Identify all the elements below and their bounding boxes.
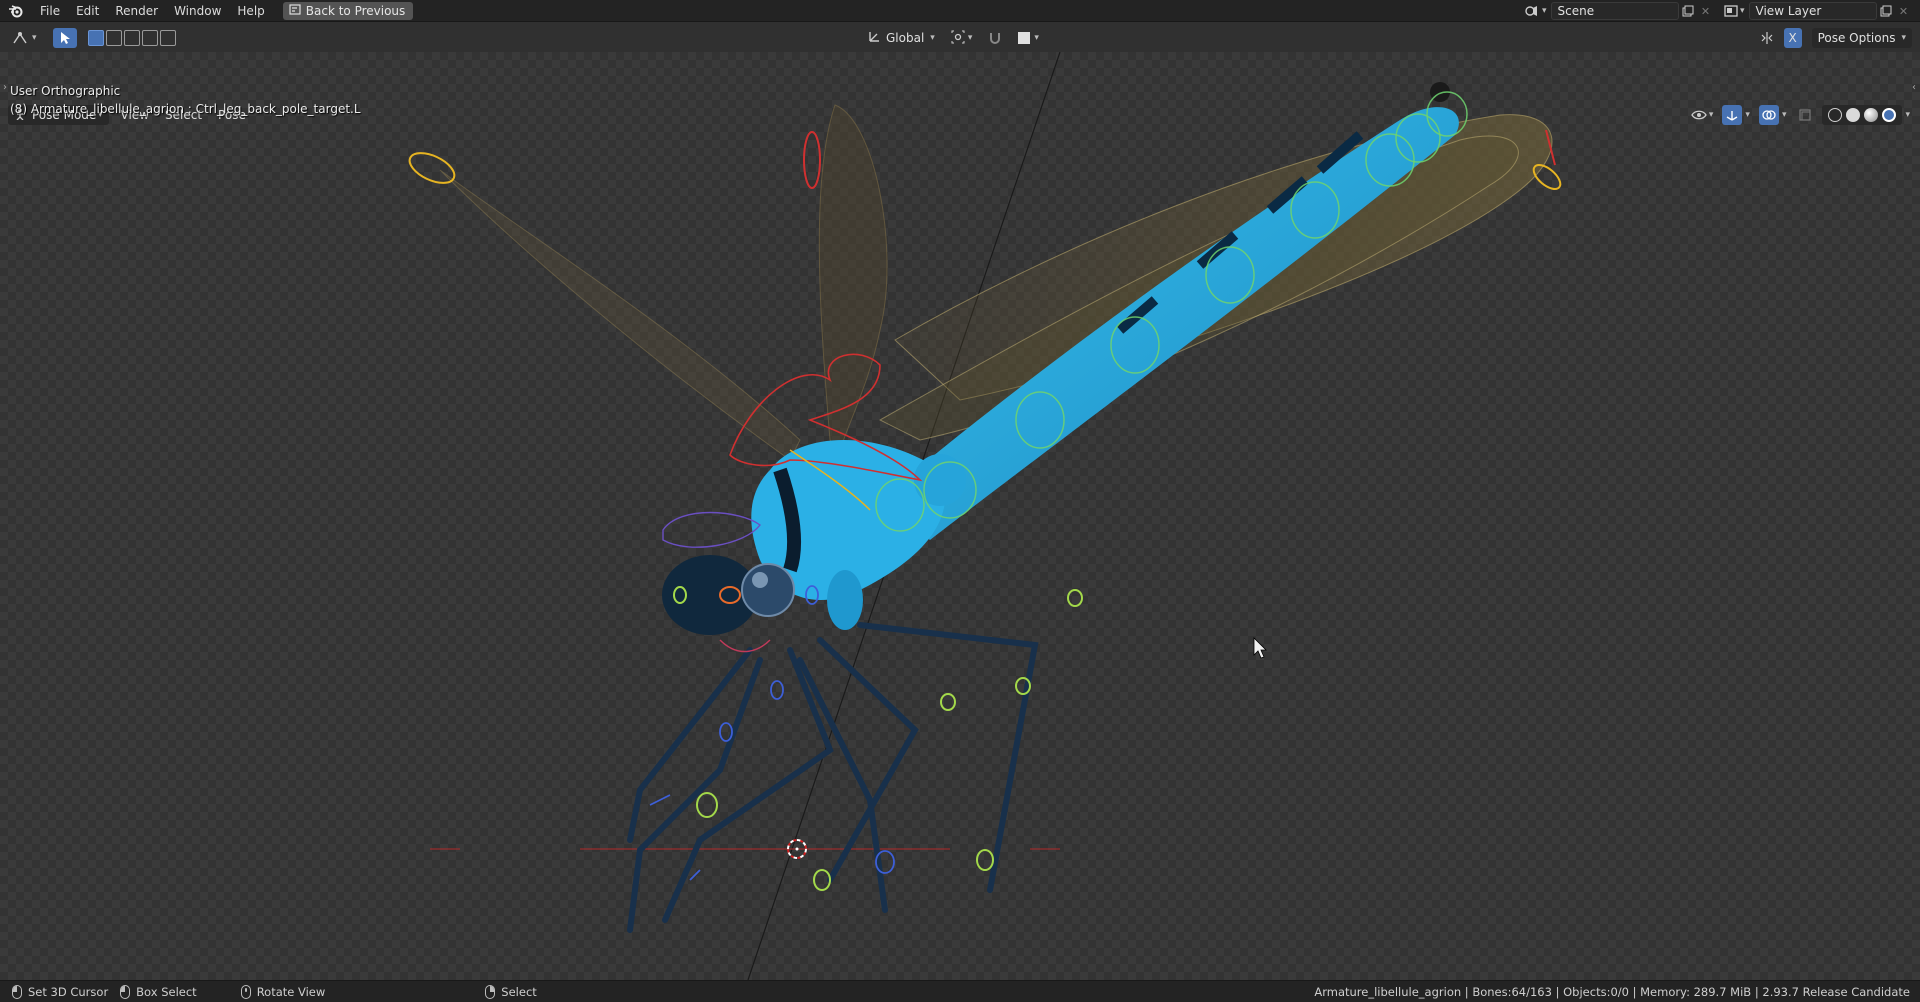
wing-left-short — [818, 104, 888, 451]
close-icon[interactable]: ✕ — [1895, 2, 1913, 20]
proportional-icon[interactable]: ▾ — [1012, 28, 1045, 48]
gizmo-icon[interactable] — [1722, 105, 1743, 125]
active-bone-label: (8) Armature_libellule_agrion : Ctrl_leg… — [10, 102, 361, 116]
eye-highlight — [752, 572, 768, 588]
overlay-icon[interactable] — [1758, 105, 1779, 125]
mouse-drag-icon — [120, 984, 131, 999]
menu-file[interactable]: File — [32, 0, 68, 22]
view-layer-selector: ▾ View Layer ✕ — [1722, 2, 1913, 20]
material-shading-icon[interactable] — [1864, 108, 1879, 122]
legs — [627, 622, 1039, 933]
pose-options-dropdown[interactable]: Pose Options ▾ — [1811, 28, 1912, 48]
menu-edit[interactable]: Edit — [68, 0, 107, 22]
xray-icon[interactable] — [1795, 105, 1815, 125]
back-button-label: Back to Previous — [305, 3, 406, 18]
chevron-down-icon: ▾ — [1542, 6, 1547, 16]
chevron-down-icon: ▾ — [967, 33, 973, 43]
new-view-layer-icon[interactable] — [1877, 2, 1895, 20]
status-left-click-label: Set 3D Cursor — [28, 984, 109, 999]
solid-shading-icon[interactable] — [1846, 108, 1861, 122]
status-bar: Set 3D Cursor Box Select Rotate View Sel… — [0, 980, 1920, 1002]
status-left-click: Set 3D Cursor — [12, 984, 109, 999]
chevron-down-icon: ▾ — [1740, 6, 1745, 16]
chevron-down-icon: ▾ — [1781, 110, 1787, 120]
x-mirror-toggle[interactable]: X — [1783, 28, 1802, 48]
select-subtract-icon[interactable] — [123, 30, 140, 46]
thorax-lower — [827, 570, 863, 630]
tool-header: ▾ Global ▾ ▾ ▾ X Pose Options ▾ — [0, 22, 1920, 54]
status-left-drag-label: Box Select — [136, 984, 197, 999]
back-icon — [289, 3, 301, 18]
shading-group — [1822, 105, 1903, 125]
pivot-icon — [951, 30, 965, 47]
chevron-down-icon: ▾ — [1905, 110, 1910, 120]
mouse-left-icon — [12, 984, 22, 999]
pose-mirror-icon[interactable] — [1754, 28, 1780, 48]
status-right: Select — [485, 984, 537, 999]
orientation-label: Global — [886, 31, 925, 45]
pivot-point-dropdown[interactable]: ▾ — [945, 28, 979, 48]
visibility-icon[interactable]: ▾ — [1685, 105, 1720, 125]
scene-statistics: Armature_libellule_agrion | Bones:64/163… — [1314, 984, 1910, 999]
scene-selector: ▾ Scene ✕ — [1524, 2, 1715, 20]
top-menu-bar: File Edit Render Window Help Back to Pre… — [0, 0, 1920, 22]
wireframe-shading-icon[interactable] — [1828, 108, 1843, 122]
mouse-middle-icon — [240, 984, 251, 999]
menu-help[interactable]: Help — [229, 0, 272, 22]
scene-icon[interactable] — [1524, 2, 1542, 20]
select-new-icon[interactable] — [87, 30, 104, 46]
selection-mode-group — [87, 30, 177, 46]
select-tool-icon[interactable] — [52, 28, 77, 48]
sidebar-toggle-icon[interactable]: ‹ — [1912, 82, 1916, 93]
back-to-previous-button[interactable]: Back to Previous — [282, 1, 414, 20]
scene-name-field[interactable]: Scene — [1550, 2, 1679, 20]
rendered-shading-icon[interactable] — [1882, 108, 1897, 122]
menu-window[interactable]: Window — [166, 0, 229, 22]
snap-icon[interactable] — [982, 28, 1008, 48]
3d-viewport[interactable]: Pose Mode ▾ View Select Pose ▾ ▾ ▾ ▾ Use… — [0, 52, 1920, 980]
chevron-down-icon: ▾ — [930, 33, 935, 43]
status-left-drag: Box Select — [120, 984, 197, 999]
select-invert-icon[interactable] — [141, 30, 158, 46]
status-right-label: Select — [501, 984, 537, 999]
chevron-down-icon: ▾ — [1901, 33, 1906, 43]
orientation-icon — [868, 30, 881, 46]
menu-render[interactable]: Render — [107, 0, 166, 22]
editor-type-icon[interactable]: ▾ — [8, 28, 41, 48]
blender-logo-icon[interactable] — [0, 0, 32, 22]
close-icon[interactable]: ✕ — [1697, 2, 1715, 20]
toolbar-toggle-icon[interactable]: › — [3, 82, 7, 93]
new-scene-icon[interactable] — [1679, 2, 1697, 20]
wing-left-long — [439, 169, 801, 461]
mouse-right-icon — [485, 984, 496, 999]
transform-orientation-dropdown[interactable]: Global ▾ — [862, 28, 941, 48]
select-intersect-icon[interactable] — [159, 30, 176, 46]
chevron-down-icon: ▾ — [1745, 110, 1750, 120]
thorax-segment-2 — [914, 454, 966, 506]
dragonfly-scene — [408, 52, 1562, 980]
status-middle: Rotate View — [240, 984, 326, 999]
view-name-label: User Orthographic — [10, 84, 121, 98]
view-layer-field[interactable]: View Layer — [1748, 2, 1877, 20]
pose-options-label: Pose Options — [1817, 31, 1896, 45]
eye — [741, 563, 795, 617]
chevron-down-icon: ▾ — [1034, 33, 1039, 43]
select-extend-icon[interactable] — [105, 30, 122, 46]
cursor-icon — [1253, 637, 1267, 659]
view-layer-icon[interactable] — [1722, 2, 1740, 20]
status-middle-label: Rotate View — [256, 984, 326, 999]
